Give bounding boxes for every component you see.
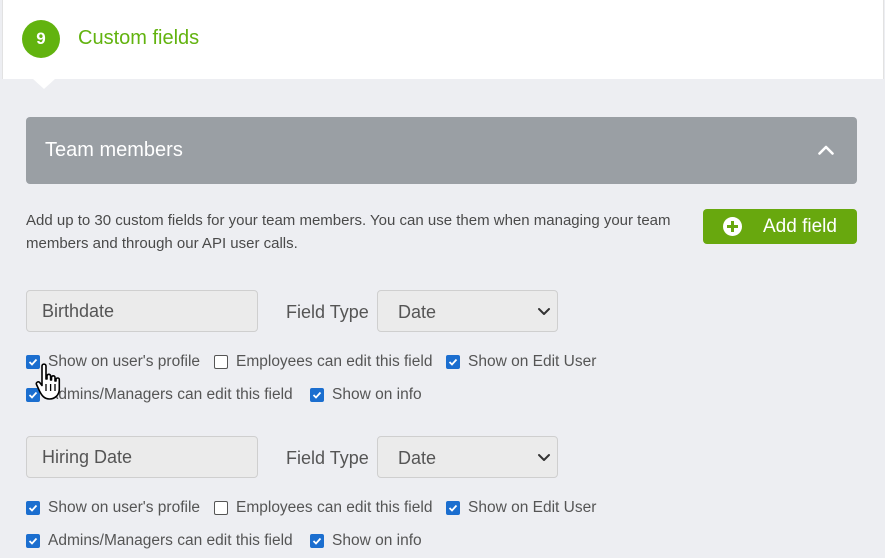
checkbox-unchecked[interactable] — [214, 501, 228, 515]
team-members-panel-header[interactable]: Team members — [26, 117, 857, 184]
option-label: Show on Edit User — [468, 499, 597, 516]
checkbox-checked[interactable] — [446, 355, 460, 369]
option-show-on-edit-user[interactable]: Show on Edit User — [446, 352, 596, 372]
field-type-label: Field Type — [286, 448, 369, 468]
custom-field-row: Field Type Date — [26, 290, 566, 332]
field-name-input[interactable] — [26, 436, 258, 478]
option-label: Show on info — [332, 386, 422, 403]
checkbox-checked[interactable] — [310, 534, 324, 548]
panel-title: Team members — [45, 139, 183, 161]
option-label: Show on user's profile — [48, 353, 201, 370]
option-label: Employees can edit this field — [236, 353, 433, 370]
option-label: Show on info — [332, 532, 422, 549]
checkbox-checked[interactable] — [446, 501, 460, 515]
chevron-up-icon[interactable] — [817, 141, 835, 159]
field-type-label: Field Type — [286, 302, 369, 322]
option-label: Admins/Managers can edit this field — [48, 386, 293, 403]
field-type-value: Date — [398, 302, 437, 322]
option-label: Employees can edit this field — [236, 499, 433, 516]
add-field-button[interactable]: Add field — [703, 209, 857, 244]
field-type-select[interactable]: Date — [377, 290, 558, 332]
chevron-down-icon — [538, 454, 550, 461]
option-show-on-profile[interactable]: Show on user's profile — [26, 498, 200, 518]
option-label: Show on Edit User — [468, 353, 597, 370]
option-employees-edit[interactable]: Employees can edit this field — [214, 498, 432, 518]
custom-field-row: Field Type Date — [26, 436, 566, 478]
option-show-on-info[interactable]: Show on info — [310, 385, 422, 405]
step-number-badge: 9 — [22, 20, 60, 58]
checkbox-unchecked[interactable] — [214, 355, 228, 369]
add-field-label: Add field — [763, 215, 837, 237]
option-label: Admins/Managers can edit this field — [48, 532, 293, 549]
option-admins-edit[interactable]: Admins/Managers can edit this field — [26, 531, 293, 551]
custom-fields-description: Add up to 30 custom fields for your team… — [26, 212, 671, 252]
field-type-value: Date — [398, 448, 437, 468]
option-label: Show on user's profile — [48, 499, 201, 516]
step-header: 9 Custom fields — [2, 0, 884, 89]
option-employees-edit[interactable]: Employees can edit this field — [214, 352, 432, 372]
checkbox-checked[interactable] — [26, 534, 40, 548]
option-show-on-info[interactable]: Show on info — [310, 531, 422, 551]
chevron-down-icon — [538, 308, 550, 315]
checkbox-checked[interactable] — [26, 501, 40, 515]
checkbox-checked[interactable] — [310, 388, 324, 402]
plus-circle-icon — [723, 217, 742, 236]
step-title: Custom fields — [78, 27, 200, 49]
field-type-select[interactable]: Date — [377, 436, 558, 478]
option-show-on-edit-user[interactable]: Show on Edit User — [446, 498, 596, 518]
hand-cursor-icon — [35, 363, 61, 400]
field-name-input[interactable] — [26, 290, 258, 332]
